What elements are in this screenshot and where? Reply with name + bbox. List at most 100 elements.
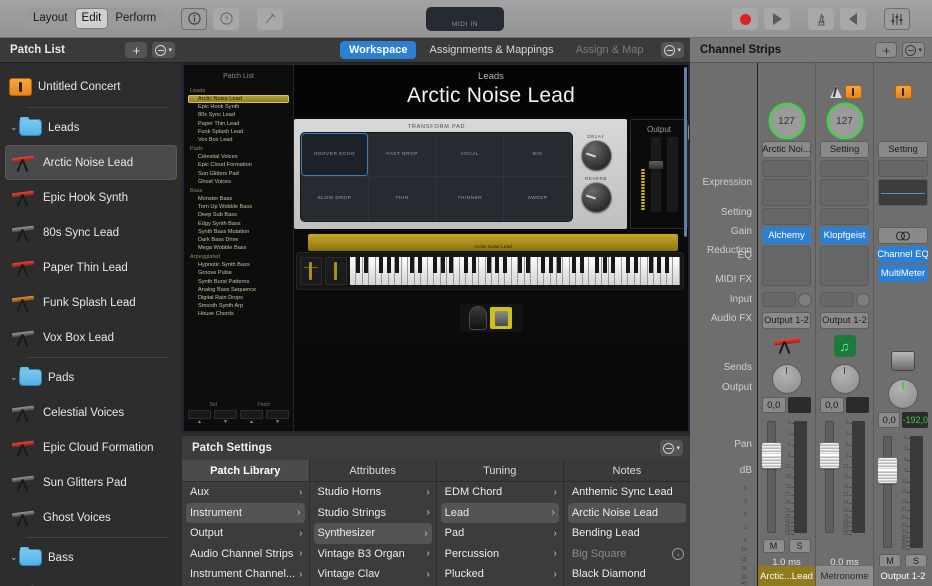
volume-fader[interactable] [883, 436, 892, 548]
group-row-pads[interactable]: ⌄ Pads [0, 360, 182, 395]
widget-item[interactable]: Celestial Voices [188, 153, 289, 161]
modulation-wheel[interactable] [325, 257, 347, 285]
expression-row[interactable]: 127 [820, 101, 869, 141]
delay-knob[interactable] [582, 141, 611, 170]
audio-fx-channel-eq[interactable]: Channel EQ [878, 246, 928, 263]
channel-strips-action-menu[interactable]: ▾ [902, 42, 925, 58]
workspace-scrollbar[interactable] [684, 67, 687, 237]
sends-slot[interactable] [762, 292, 796, 307]
eq-slot[interactable] [820, 179, 869, 206]
widget-item[interactable]: Torn Up Wobble Bass [188, 203, 289, 211]
gain-reduction-slot[interactable] [878, 160, 928, 177]
piano-keys[interactable] [350, 257, 680, 285]
channel-strip-3[interactable]: Setting Channel EQ MultiMeter [874, 63, 932, 586]
list-item[interactable]: Big Square↓ [564, 544, 690, 565]
tuning-fork-icon[interactable] [257, 8, 283, 30]
volume-fader[interactable] [825, 421, 834, 533]
db-row[interactable]: 0,0 -192,0 [878, 412, 928, 428]
list-item[interactable]: Black Diamond [564, 564, 690, 585]
concert-row[interactable]: Untitled Concert [0, 69, 182, 105]
mode-edit[interactable]: Edit [75, 8, 109, 29]
keyboard-widget[interactable] [297, 253, 683, 289]
widget-item[interactable]: Mega Wobble Bass [188, 244, 289, 252]
setting-slot[interactable]: Setting [820, 141, 869, 158]
strip-name[interactable]: Metronome [816, 566, 873, 586]
list-item[interactable]: Output› [182, 523, 309, 544]
gain-reduction-slot[interactable] [820, 160, 869, 177]
widget-item[interactable]: Synth Burst Patterns [188, 278, 289, 286]
list-item[interactable]: Audio Channel Strips› [182, 544, 309, 565]
sidebar-item-sun-glitters-pad[interactable]: Sun Glitters Pad [0, 465, 182, 500]
pad-cell-sweep[interactable]: SWEEP [504, 177, 572, 221]
pan-row[interactable] [820, 361, 869, 397]
column-header[interactable]: Patch Library [182, 460, 309, 482]
list-item[interactable]: Arctic Noise Lead [568, 503, 686, 524]
pan-knob[interactable] [831, 365, 859, 393]
widget-item[interactable]: Hypnotic Synth Bass [188, 261, 289, 269]
column-header[interactable]: Notes [564, 460, 690, 482]
widget-item[interactable]: Arctic Noise Lead [188, 95, 289, 103]
sidebar-item-epic-cloud-formation[interactable]: Epic Cloud Formation [0, 430, 182, 465]
channel-strip-1[interactable]: 127 Arctic Noi... Alchemy Output 1-2 [758, 63, 816, 586]
patch-next-button[interactable] [266, 410, 289, 419]
pad-cell-thin[interactable]: THIN [369, 177, 437, 221]
audio-fx-multimeter[interactable]: MultiMeter [878, 265, 928, 282]
expression-knob[interactable]: 127 [771, 105, 803, 137]
midi-fx-slot[interactable] [820, 208, 869, 225]
widget-item[interactable]: Paper Thin Lead [188, 120, 289, 128]
setting-slot[interactable]: Setting [878, 141, 928, 158]
pan-row[interactable] [878, 376, 928, 412]
pitch-bend-wheel[interactable] [300, 257, 322, 285]
sidebar-item-arctic-noise-lead[interactable]: Arctic Noise Lead [5, 145, 177, 180]
pad-cell-fast-drop[interactable]: FAST DROP [369, 133, 437, 177]
db-value[interactable]: 0,0 [762, 397, 786, 413]
input-slot[interactable] [878, 227, 928, 244]
chevron-down-icon[interactable]: ⌄ [10, 552, 20, 563]
fader-area[interactable]: 036 91215 182124 303540 455060 [762, 421, 811, 533]
audio-fx-slot[interactable]: Channel EQ MultiMeter [878, 246, 928, 301]
play-icon[interactable] [764, 8, 790, 30]
expression-knob[interactable]: 127 [829, 105, 861, 137]
add-patch-button[interactable]: + [125, 42, 147, 58]
mode-segmented-control[interactable]: Layout Edit Perform [26, 8, 163, 29]
patch-list-body[interactable]: Untitled Concert ⌄ Leads Arctic Noise Le… [0, 63, 182, 586]
mute-button[interactable]: M [763, 539, 785, 553]
pad-cell-big[interactable]: BIG [504, 133, 572, 177]
pan-knob[interactable] [889, 380, 917, 408]
fader-area[interactable]: 036 91215 182124 303540 455060 [820, 421, 869, 533]
sidebar-item-ghost-voices[interactable]: Ghost Voices [0, 500, 182, 535]
pad-cell-vocal[interactable]: VOCAL [437, 133, 505, 177]
eq-slot[interactable] [878, 179, 928, 206]
group-row-bass[interactable]: ⌄ Bass [0, 540, 182, 575]
output-fader[interactable] [651, 137, 661, 212]
widget-item[interactable]: Ghost Voices [188, 178, 289, 186]
send-level-knob[interactable] [857, 294, 869, 306]
list-item[interactable]: Instrument Channel...› [182, 564, 309, 585]
help-icon[interactable]: ? [213, 8, 239, 30]
sends-slot[interactable] [820, 292, 854, 307]
list-item[interactable]: Anthemic Sync Lead [564, 482, 690, 503]
set-prev-button[interactable] [188, 410, 211, 419]
send-level-knob[interactable] [799, 294, 811, 306]
sidebar-item-80s-sync-lead[interactable]: 80s Sync Lead [0, 215, 182, 250]
widget-item[interactable]: House Chords [188, 310, 289, 318]
widget-item[interactable]: Sun Glitters Pad [188, 170, 289, 178]
tab-assignments-mappings[interactable]: Assignments & Mappings [420, 41, 562, 59]
input-slot[interactable]: Klopfgeist [820, 227, 869, 244]
mixer-icon[interactable] [884, 8, 910, 30]
chevron-down-icon[interactable]: ⌄ [10, 372, 20, 383]
pad-cell-slow-drop[interactable]: SLOW DROP [301, 177, 369, 221]
sidebar-item-paper-thin-lead[interactable]: Paper Thin Lead [0, 250, 182, 285]
list-item[interactable]: Plucked› [437, 564, 563, 585]
widget-item[interactable]: Epic Hook Synth [188, 103, 289, 111]
solo-button[interactable]: S [789, 539, 811, 553]
widget-list[interactable]: Leads Arctic Noise Lead Epic Hook Synth … [184, 86, 293, 319]
pan-knob[interactable] [773, 365, 801, 393]
channel-strip-2[interactable]: 127 Setting Klopfgeist Output 1-2 ♫ [816, 63, 874, 586]
eq-slot[interactable] [762, 179, 811, 206]
info-icon[interactable] [181, 8, 207, 30]
audio-fx-slot[interactable] [762, 246, 811, 286]
list-item[interactable]: Synthesizer› [314, 523, 432, 544]
column-header[interactable]: Tuning [437, 460, 563, 482]
record-icon[interactable] [732, 8, 758, 30]
